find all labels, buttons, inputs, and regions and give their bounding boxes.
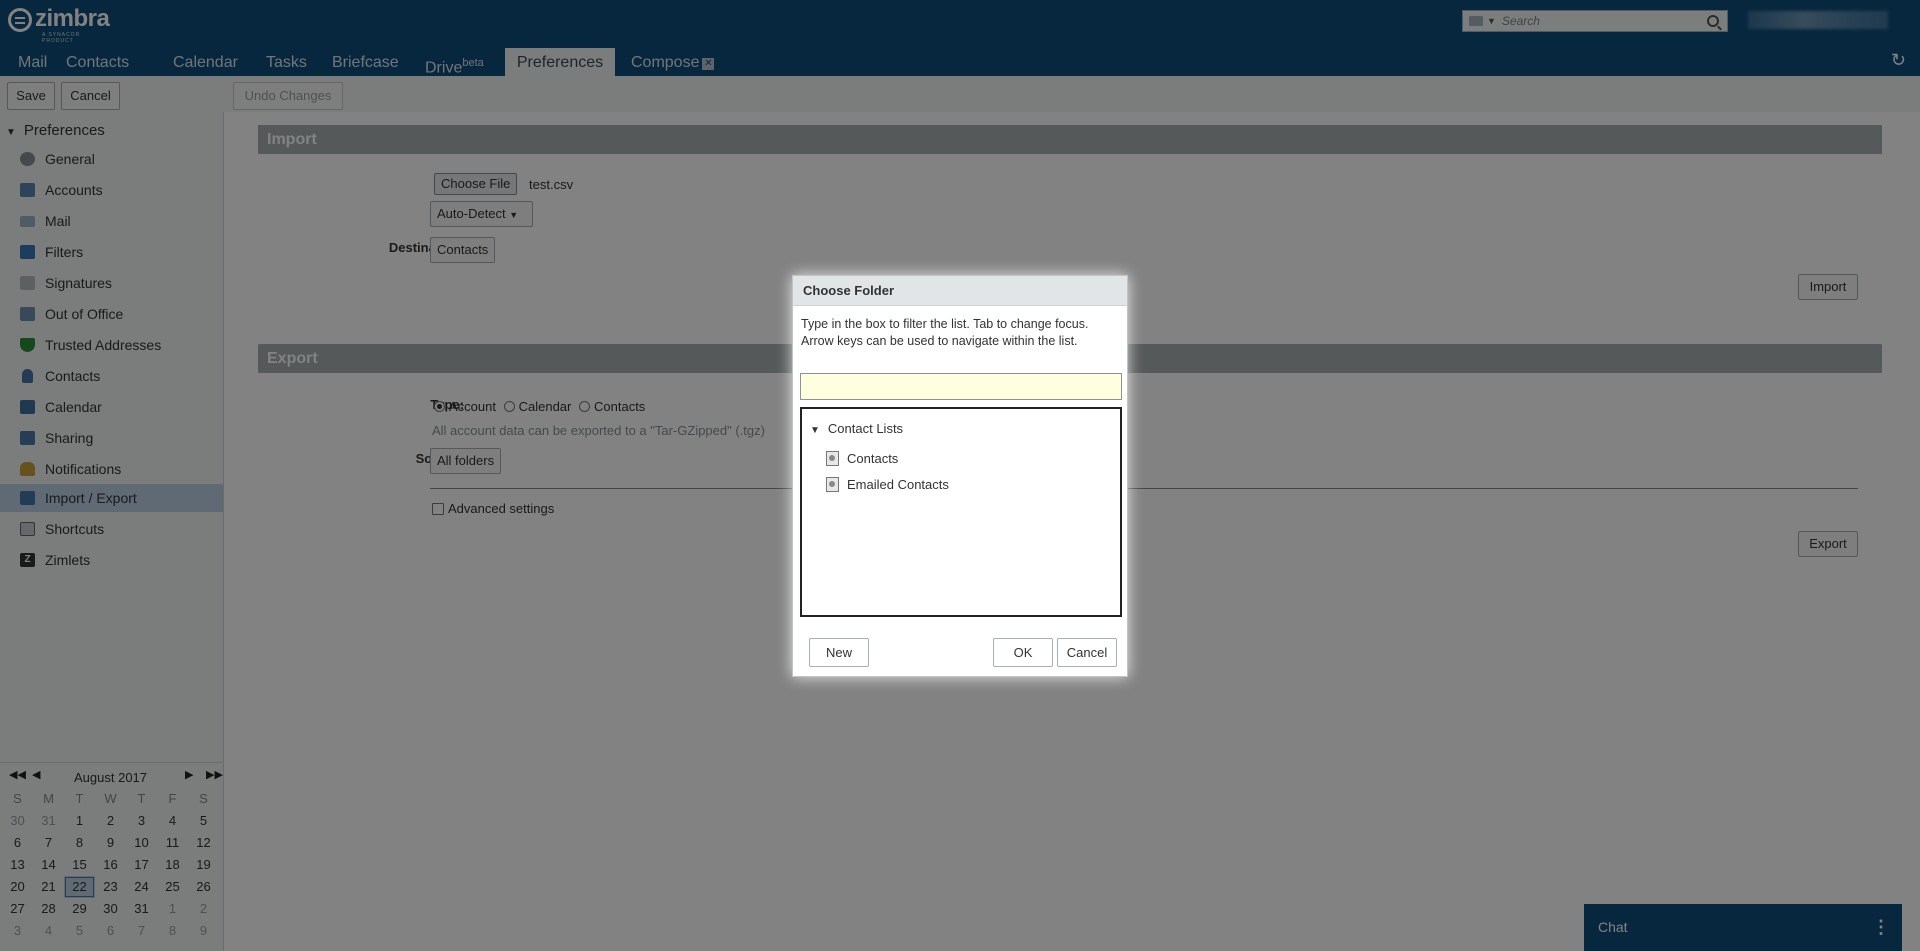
choose-folder-dialog: Choose Folder Type in the box to filter … xyxy=(792,275,1128,677)
folder-tree[interactable]: ▼ Contact Lists Contacts Emailed Contacts xyxy=(800,407,1122,617)
dialog-cancel-button[interactable]: Cancel xyxy=(1057,638,1117,667)
new-folder-button[interactable]: New xyxy=(809,638,869,667)
tree-item-label: Contacts xyxy=(847,451,899,466)
tree-node-contact-lists[interactable]: ▼ Contact Lists xyxy=(810,421,903,436)
folder-filter-input[interactable] xyxy=(800,373,1122,400)
ok-button[interactable]: OK xyxy=(993,638,1053,667)
address-book-icon xyxy=(826,451,839,466)
dialog-title: Choose Folder xyxy=(793,276,1127,306)
tree-node-label: Contact Lists xyxy=(827,421,904,436)
address-book-icon xyxy=(826,477,839,492)
triangle-down-icon[interactable]: ▼ xyxy=(810,425,820,436)
tree-item-contacts[interactable]: Contacts xyxy=(826,451,898,466)
tree-item-emailed-contacts[interactable]: Emailed Contacts xyxy=(826,477,949,492)
tree-item-label: Emailed Contacts xyxy=(847,477,949,492)
dialog-description: Type in the box to filter the list. Tab … xyxy=(801,317,1089,348)
